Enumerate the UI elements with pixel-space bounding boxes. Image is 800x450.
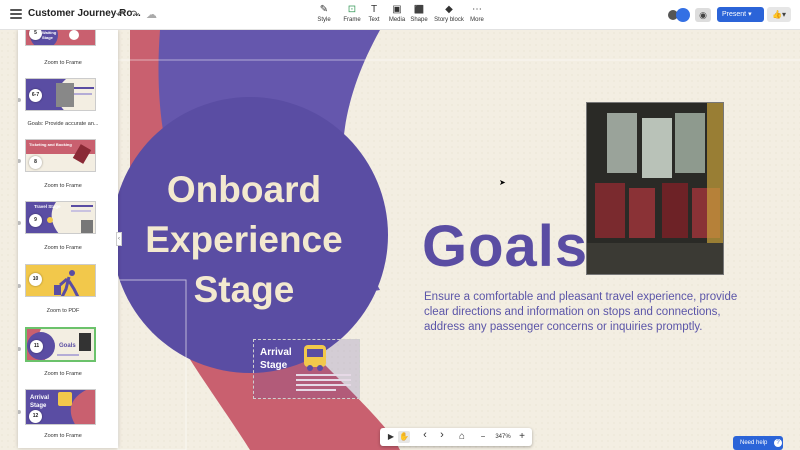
redo-icon[interactable]: ↷ [130, 8, 139, 21]
share-icon[interactable]: 👍▾ [767, 7, 791, 22]
present-button[interactable]: Present ▾ [717, 7, 764, 22]
slide-caption: Zoom to Frame [44, 60, 82, 66]
slide-title: Onboard Experience Stage [145, 169, 343, 310]
slide-thumb-title: Travel Stage [34, 204, 61, 209]
mouse-cursor: ➤ [499, 178, 506, 187]
slide-thumbnail[interactable]: 6-7 [25, 78, 96, 111]
drag-handle-icon[interactable] [18, 347, 21, 351]
help-icon: ? [774, 439, 783, 447]
goals-heading: Goals [422, 214, 589, 279]
slide-caption: Zoom to PDF [46, 308, 80, 314]
slide-caption: Zoom to Frame [44, 371, 82, 377]
text-line [296, 379, 351, 381]
drag-handle-icon[interactable] [18, 159, 21, 163]
need-help-button[interactable]: Need help ? [733, 436, 783, 450]
bus-interior-photo[interactable] [586, 102, 724, 275]
slide-thumbnail-selected[interactable]: Goals 11 [25, 327, 96, 362]
slide-thumbnail[interactable]: Travel Stage 9 [25, 201, 96, 234]
text-line [296, 374, 351, 376]
drag-handle-icon[interactable] [18, 410, 21, 414]
slide-thumbnail[interactable]: 5 Waiting Stage [25, 30, 96, 46]
slide-thumbnail[interactable]: 10 [25, 264, 96, 297]
slide-caption: Zoom to Frame [44, 433, 82, 439]
slide-number: 11 [30, 340, 43, 353]
drag-handle-icon[interactable] [18, 98, 21, 102]
slide-thumb-title: Waiting Stage [42, 30, 57, 40]
slide-caption: Zoom to Frame [44, 183, 82, 189]
undo-icon[interactable]: ↶ [116, 8, 125, 21]
slide-thumb-title: Ticketing and Booking [29, 142, 72, 147]
navigation-bar: ▶ ✋ ‹ › ⌂ − 347% + [380, 428, 532, 446]
top-bar: Customer Journey Ro... ↶ ↷ ☁ ✎ Style ⊡ F… [0, 0, 800, 30]
pointer-icon[interactable]: ▶ [386, 431, 396, 443]
tool-label: More [470, 17, 484, 23]
need-help-label: Need help [740, 440, 768, 446]
zoom-in-icon[interactable]: + [517, 431, 527, 443]
zoom-level[interactable]: 347% [492, 431, 514, 443]
home-icon[interactable]: ⌂ [456, 431, 468, 443]
text-line [296, 384, 351, 386]
goals-description: Ensure a comfortable and pleasant travel… [424, 291, 738, 333]
zoom-out-icon[interactable]: − [478, 431, 488, 443]
collaborators-avatar[interactable] [668, 8, 690, 22]
slide-thumb-title: Arrival Stage [30, 395, 50, 409]
drag-handle-icon[interactable] [18, 221, 21, 225]
arrival-title-text: Arrival Stage [260, 347, 292, 371]
next-icon[interactable]: › [437, 429, 447, 441]
cloud-sync-icon: ☁ [146, 9, 157, 21]
slide-thumb-title: Goals [59, 343, 76, 349]
slide-caption: Goals: Provide accurate an... [27, 121, 99, 127]
tool-more[interactable]: ⋯ More [458, 3, 496, 23]
hand-icon[interactable]: ✋ [398, 431, 410, 443]
slide-thumbnail[interactable]: Arrival Stage 12 [25, 389, 96, 425]
slide-number: 10 [29, 273, 42, 286]
slide-number: 8 [29, 156, 42, 169]
eye-icon[interactable]: ◉ [695, 8, 711, 22]
slide-number: 6-7 [29, 89, 42, 102]
drag-handle-icon[interactable] [18, 284, 21, 288]
arrival-stage-title: Arrival Stage [260, 346, 300, 372]
bus-icon [304, 345, 326, 371]
slide-caption: Zoom to Frame [44, 245, 82, 251]
text-line [296, 389, 336, 391]
menu-icon[interactable] [10, 9, 22, 19]
slide-number: 9 [29, 214, 42, 227]
more-icon: ⋯ [472, 4, 482, 15]
slides-sidebar[interactable]: 5 Waiting Stage Zoom to Frame 6-7 Goals:… [18, 30, 118, 448]
sidebar-collapse-icon[interactable]: ‹ [116, 232, 122, 246]
slide-number: 12 [29, 410, 42, 423]
slide-thumbnail[interactable]: Ticketing and Booking 8 [25, 139, 96, 172]
prev-icon[interactable]: ‹ [420, 429, 430, 441]
